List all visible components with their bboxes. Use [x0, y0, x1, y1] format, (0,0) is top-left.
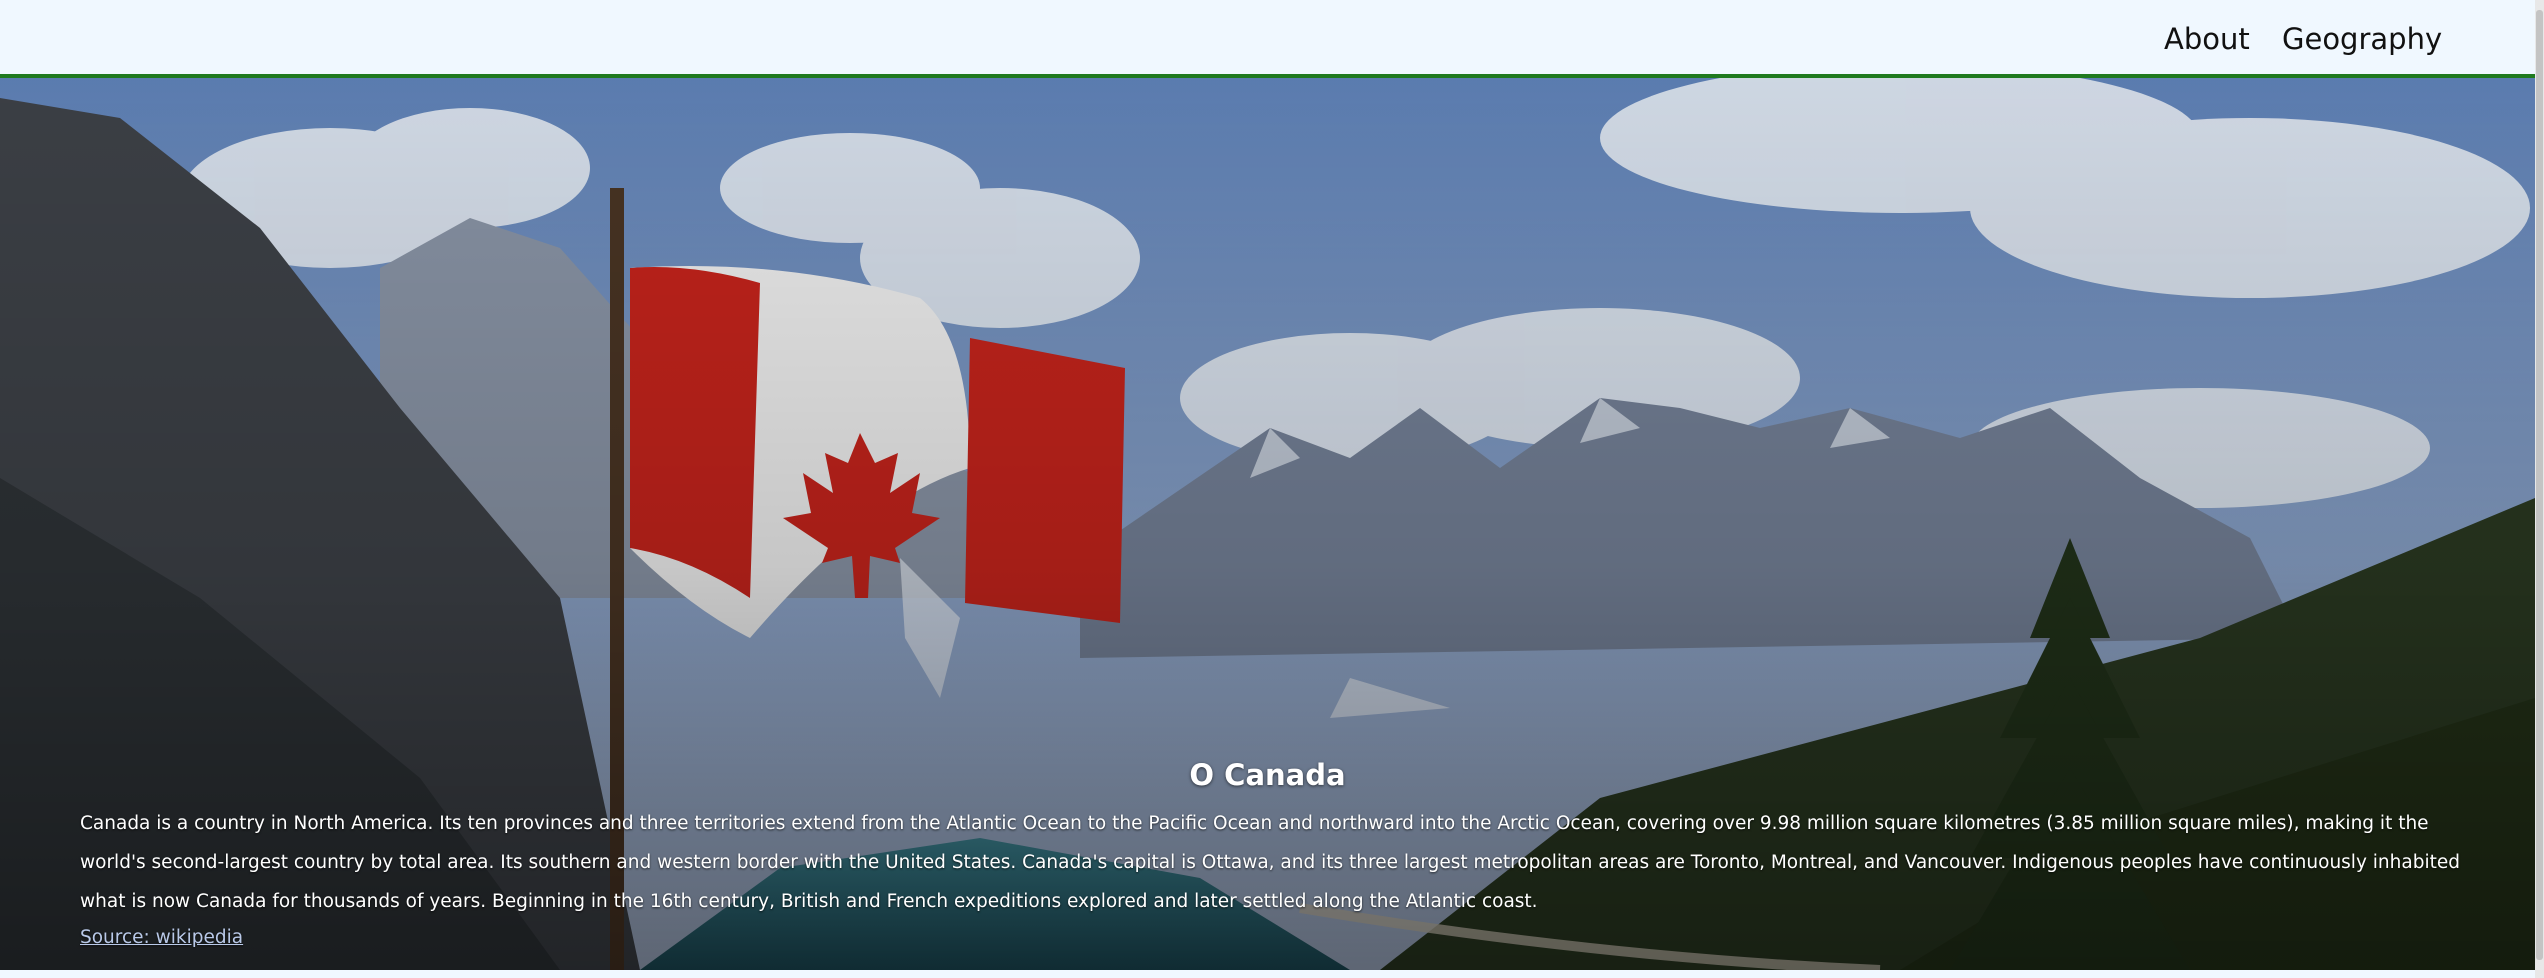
hero-description: Canada is a country in North America. It…	[80, 813, 2460, 912]
scrollbar-thumb[interactable]	[2536, 10, 2543, 960]
top-navbar: About Geography	[0, 0, 2535, 78]
hero-text-overlay: O Canada Canada is a country in North Am…	[0, 78, 2535, 970]
nav-link-about[interactable]: About	[2164, 22, 2250, 56]
hero-section: O Canada Canada is a country in North Am…	[0, 78, 2535, 970]
page-bottom-strip	[0, 970, 2535, 978]
hero-title: O Canada	[1189, 758, 1346, 792]
vertical-scrollbar[interactable]	[2535, 0, 2544, 978]
source-link[interactable]: Source: wikipedia	[80, 927, 243, 948]
page: About Geography O Canada Canada is a cou…	[0, 0, 2544, 978]
nav-link-geography[interactable]: Geography	[2282, 22, 2442, 56]
